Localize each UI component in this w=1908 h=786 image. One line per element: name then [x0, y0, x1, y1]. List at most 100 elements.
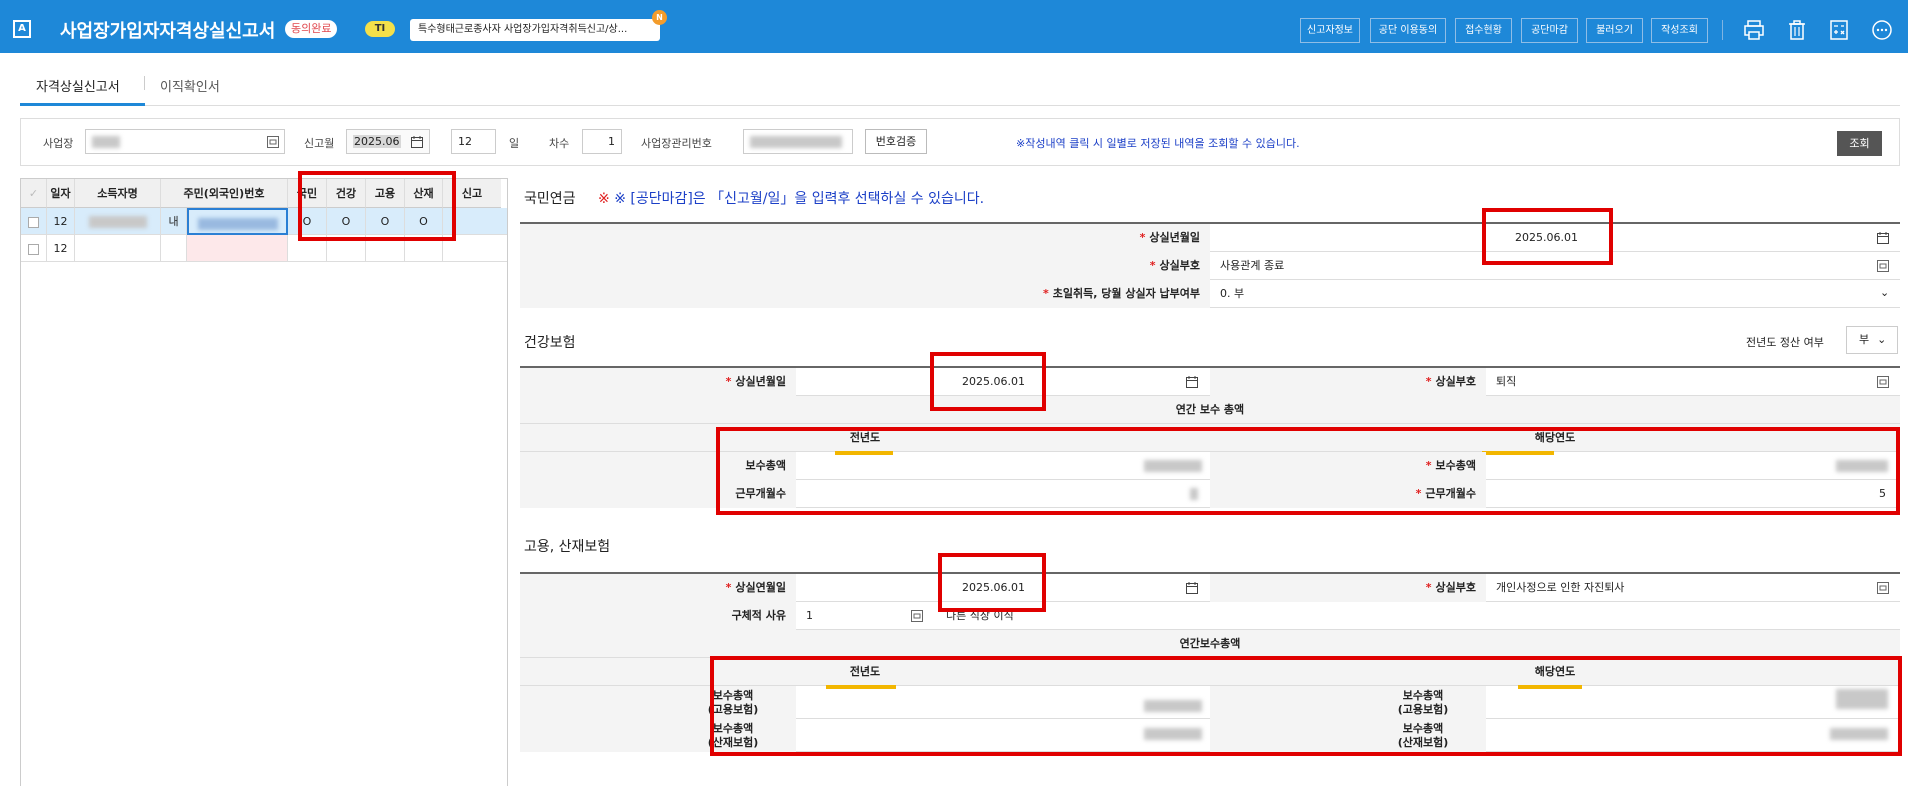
row-nation: 내 [161, 208, 187, 235]
prev-settle-label: 전년도 정산 여부 [1746, 336, 1824, 349]
employ-annual-total-row: 연간보수총액 [520, 630, 1900, 658]
report-month-label: 신고월 [304, 137, 335, 150]
row-rrn[interactable] [187, 235, 288, 262]
select-all-header[interactable]: ✓ [21, 179, 47, 208]
calendar-icon[interactable] [1876, 231, 1890, 245]
col-name: 소득자명 [75, 179, 161, 208]
tab-separation-cert[interactable]: 이직확인서 [160, 76, 220, 95]
row-checkbox[interactable] [21, 208, 47, 235]
employ-loss-code-field[interactable]: 개인사정으로 인한 자진퇴사 [1486, 574, 1900, 602]
col-rrn: 주민(외국인)번호 [161, 179, 288, 208]
search-popup-icon[interactable] [910, 609, 924, 623]
reporter-info-button[interactable]: 신고자정보 [1300, 18, 1360, 43]
day-input[interactable]: 12 [451, 129, 496, 154]
agency-close-button[interactable]: 공단마감 [1521, 18, 1578, 43]
write-history-button[interactable]: 작성조회 [1651, 18, 1708, 43]
row-nation [161, 235, 187, 262]
prev-settle-select[interactable]: 부 ⌄ [1846, 326, 1898, 354]
search-popup-icon[interactable] [266, 135, 280, 149]
health-annual-total-label: 연간 보수 총액 [1175, 403, 1245, 416]
pension-title: 국민연금 [524, 191, 576, 207]
day-label: 일 [509, 137, 520, 150]
search-popup-icon[interactable] [1876, 581, 1890, 595]
pension-loss-code-row: * 상실부호 사용관계 종료 [520, 252, 1900, 280]
page-title: 사업장가입자자격상실신고서 [60, 21, 276, 42]
agency-consent-button[interactable]: 공단 이용동의 [1370, 18, 1446, 43]
col-day: 일자 [47, 179, 75, 208]
employ-reason-row: 구체적 사유 1 다른 직장 이직 [520, 602, 1900, 630]
row-rrn[interactable] [187, 208, 288, 235]
highlight-box [298, 171, 456, 241]
pension-loss-code-label: * 상실부호 [520, 252, 1210, 280]
employment-title: 고용, 산재보험 [524, 539, 611, 555]
highlight-box [930, 352, 1046, 411]
employ-reason-text: 다른 직장 이직 [946, 609, 1014, 622]
prev-settle-value: 부 [1859, 333, 1870, 346]
workplace-label: 사업장 [43, 137, 74, 150]
search-button[interactable]: 조회 [1837, 131, 1882, 156]
notice-ticker[interactable]: 특수형태근로종사자 사업장가입자격취득신고/상... [410, 19, 660, 41]
seq-label: 차수 [549, 137, 570, 150]
health-loss-code-label: * 상실부호 [1210, 368, 1486, 396]
employ-loss-row: * 상실연월일 * 상실부호 개인사정으로 인한 자진퇴사 [520, 574, 1900, 602]
employ-reason-label: 구체적 사유 [520, 602, 796, 630]
employ-annual-total-label: 연간보수총액 [1179, 637, 1241, 650]
row-day: 12 [47, 235, 75, 262]
health-loss-date-label: * 상실년월일 [520, 368, 796, 396]
highlight-box [716, 427, 1900, 515]
tab-bar: 자격상실신고서 이직확인서 [20, 66, 1900, 106]
health-loss-code-field[interactable]: 퇴직 [1486, 368, 1900, 396]
tab-divider [144, 76, 145, 90]
load-button[interactable]: 불러오기 [1586, 18, 1643, 43]
chevron-down-icon: ⌄ [1877, 333, 1887, 346]
pension-notice-text: ※ [공단마감]은 「신고월/일」을 입력후 선택하실 수 있습니다. [614, 191, 985, 207]
employee-grid: ✓ 일자 소득자명 주민(외국인)번호 국민 건강 고용 산재 신고 12 내 … [20, 178, 508, 786]
health-annual-total-row: 연간 보수 총액 [520, 396, 1900, 424]
row-name[interactable] [75, 208, 161, 235]
employ-loss-date-label: * 상실연월일 [520, 574, 796, 602]
calendar-icon[interactable] [1185, 581, 1199, 595]
app-header: A 사업장가입자자격상실신고서 동의완료 TI 특수형태근로종사자 사업장가입자… [0, 0, 1908, 53]
highlight-box [938, 553, 1046, 612]
calendar-icon[interactable] [1185, 375, 1199, 389]
health-loss-row: * 상실년월일 * 상실부호 퇴직 [520, 368, 1900, 396]
print-icon[interactable] [1742, 18, 1766, 42]
consent-badge: 동의완료 [285, 20, 338, 38]
masked-value [92, 136, 120, 148]
trash-icon[interactable] [1785, 18, 1809, 42]
tab-loss-report[interactable]: 자격상실신고서 [36, 76, 120, 95]
search-popup-icon[interactable] [1876, 375, 1890, 389]
pension-loss-date-row: * 상실년월일 [520, 224, 1900, 252]
pension-first-month-label: * 초일취득, 당월 상실자 납부여부 [520, 280, 1210, 308]
row-checkbox[interactable] [21, 235, 47, 262]
workplace-input[interactable] [85, 129, 285, 154]
pension-first-month-row: * 초일취득, 당월 상실자 납부여부 0. 부 [520, 280, 1900, 308]
mgmt-no-input[interactable] [743, 129, 853, 154]
row-day: 12 [47, 208, 75, 235]
pension-notice: ※ ※ [공단마감]은 「신고월/일」을 입력후 선택하실 수 있습니다. [598, 191, 985, 207]
filter-notice: ※작성내역 클릭 시 일별로 저장된 내역을 조회할 수 있습니다. [1016, 137, 1300, 150]
more-icon[interactable] [1870, 18, 1894, 42]
pension-loss-date-label: * 상실년월일 [520, 224, 1210, 252]
chevron-down-icon[interactable]: ⌄ [1880, 286, 1889, 299]
search-popup-icon[interactable] [1876, 259, 1890, 273]
pension-first-month-select[interactable]: 0. 부 [1210, 280, 1900, 308]
highlight-box [1482, 208, 1613, 265]
new-badge: N [652, 10, 667, 25]
mgmt-no-label: 사업장관리번호 [641, 137, 712, 150]
app-logo: A [13, 20, 31, 38]
highlight-box [710, 656, 1902, 756]
ti-badge[interactable]: TI [365, 21, 395, 37]
receipt-status-button[interactable]: 접수현황 [1455, 18, 1512, 43]
verify-number-button[interactable]: 번호검증 [865, 129, 927, 154]
filter-bar: 사업장 신고월 2025.06 12 일 차수 1 사업장관리번호 번호검증 ※… [20, 118, 1900, 166]
health-title: 건강보험 [524, 335, 576, 351]
calculator-icon[interactable] [1827, 18, 1851, 42]
masked-value [750, 136, 842, 148]
seq-input[interactable]: 1 [582, 129, 622, 154]
calendar-icon[interactable] [410, 135, 424, 149]
divider [1722, 20, 1723, 40]
row-name[interactable] [75, 235, 161, 262]
employ-loss-code-label: * 상실부호 [1210, 574, 1486, 602]
active-tab-indicator [20, 103, 145, 106]
